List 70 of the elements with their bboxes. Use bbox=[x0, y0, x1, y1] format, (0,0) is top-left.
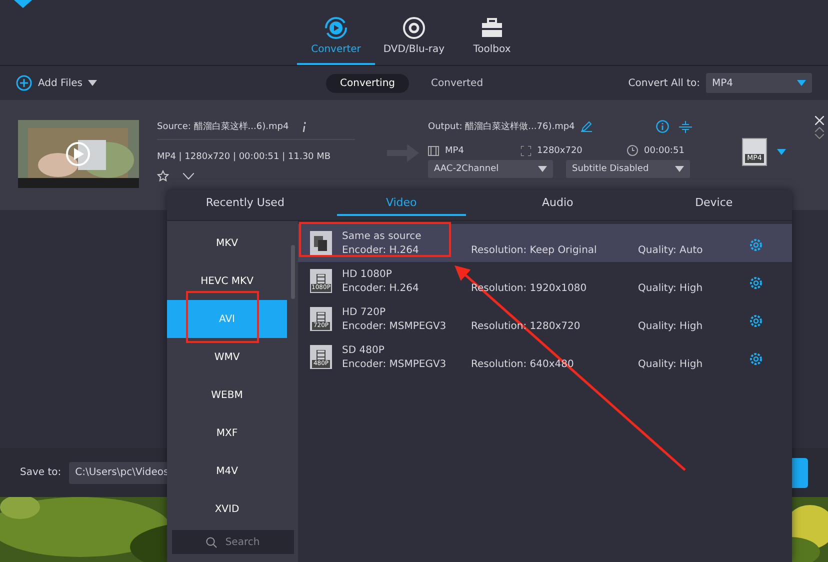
preset-row[interactable]: Same as source Encoder: H.264 Resolution: Keep Original Quality: Auto bbox=[298, 224, 792, 262]
source-info: MP4 | 1280x720 | 00:00:51 | 11.30 MB bbox=[157, 152, 332, 162]
preset-quality: Quality: High bbox=[638, 320, 704, 332]
search-field[interactable]: Search bbox=[172, 530, 294, 554]
format-item[interactable]: MKV bbox=[167, 224, 287, 262]
save-to-label: Save to: bbox=[20, 467, 62, 478]
convert-icon bbox=[324, 16, 348, 40]
output-duration: 00:00:51 bbox=[644, 146, 684, 156]
logo-icon bbox=[14, 0, 32, 8]
toolbox-icon bbox=[480, 16, 504, 40]
preset-quality: Quality: High bbox=[638, 282, 704, 294]
output-resolution: 1280x720 bbox=[537, 146, 584, 156]
format-tab[interactable]: Audio bbox=[494, 190, 622, 216]
chevron-up-icon bbox=[815, 127, 824, 132]
format-tab[interactable]: Recently Used bbox=[181, 190, 310, 216]
format-item[interactable]: XVID bbox=[167, 490, 287, 528]
output-filename: Output: 醋溜白菜这样做...76).mp4 bbox=[428, 120, 575, 133]
preset-encoder: Encoder: MSMPEGV3 bbox=[342, 358, 448, 370]
preset-encoder: Encoder: H.264 bbox=[342, 282, 420, 294]
settings-icon bbox=[749, 314, 763, 328]
caret-icon bbox=[88, 80, 98, 86]
chevron-down-icon bbox=[815, 134, 824, 139]
disc-icon bbox=[402, 16, 426, 40]
nav-tab[interactable]: Converter bbox=[297, 0, 375, 65]
settings-icon bbox=[749, 276, 763, 290]
format-item[interactable]: HEVC MKV bbox=[167, 262, 287, 300]
film-icon bbox=[428, 146, 439, 156]
caret-icon bbox=[538, 166, 547, 172]
chevron-down-icon bbox=[183, 172, 194, 180]
format-tab[interactable]: Device bbox=[650, 190, 778, 216]
caret-icon bbox=[675, 166, 684, 172]
settings-icon bbox=[749, 238, 763, 252]
audio-dropdown[interactable]: AAC-2Channel bbox=[428, 160, 553, 178]
preset-title: HD 720P bbox=[342, 306, 387, 318]
preset-title: Same as source bbox=[342, 230, 422, 242]
info-icon bbox=[656, 120, 669, 133]
info-icon bbox=[300, 122, 307, 132]
preset-quality: Quality: Auto bbox=[638, 244, 704, 256]
preset-encoder: Encoder: H.264 bbox=[342, 244, 420, 256]
copy-icon bbox=[310, 231, 332, 255]
preset-quality: Quality: High bbox=[638, 358, 704, 370]
format-item[interactable]: WMV bbox=[167, 338, 287, 376]
format-tab[interactable]: Video bbox=[337, 190, 466, 216]
search-icon bbox=[206, 536, 218, 548]
mode-tab[interactable]: Converting bbox=[326, 74, 410, 92]
nav-tab[interactable]: Toolbox bbox=[453, 0, 531, 65]
output-format: MP4 bbox=[445, 146, 465, 156]
caret-icon bbox=[777, 149, 786, 155]
compress-icon bbox=[678, 120, 692, 132]
add-files-button[interactable]: Add Files bbox=[38, 78, 82, 88]
preset-resolution: Resolution: Keep Original bbox=[471, 244, 597, 256]
caret-icon bbox=[797, 80, 806, 86]
preset-title: SD 480P bbox=[342, 344, 386, 356]
star-icon bbox=[157, 170, 169, 182]
preset-encoder: Encoder: MSMPEGV3 bbox=[342, 320, 448, 332]
format-item[interactable]: MXF bbox=[167, 414, 287, 452]
mode-tab[interactable]: Converted bbox=[417, 74, 498, 92]
subtitle-dropdown[interactable]: Subtitle Disabled bbox=[566, 160, 690, 178]
resize-icon bbox=[521, 146, 531, 156]
close-icon bbox=[815, 116, 824, 125]
format-dropdown[interactable]: MP4 bbox=[706, 73, 812, 93]
settings-icon bbox=[749, 352, 763, 366]
clock-icon bbox=[627, 145, 638, 156]
convert-all-label: Convert All to: bbox=[628, 78, 700, 88]
pencil-icon bbox=[580, 121, 592, 132]
source-filename: Source: 醋溜白菜这样...6).mp4 bbox=[157, 120, 289, 133]
preset-title: HD 1080P bbox=[342, 268, 393, 280]
format-item[interactable]: WEBM bbox=[167, 376, 287, 414]
nav-tab[interactable]: DVD/Blu-ray bbox=[375, 0, 453, 65]
add-icon bbox=[16, 75, 32, 91]
